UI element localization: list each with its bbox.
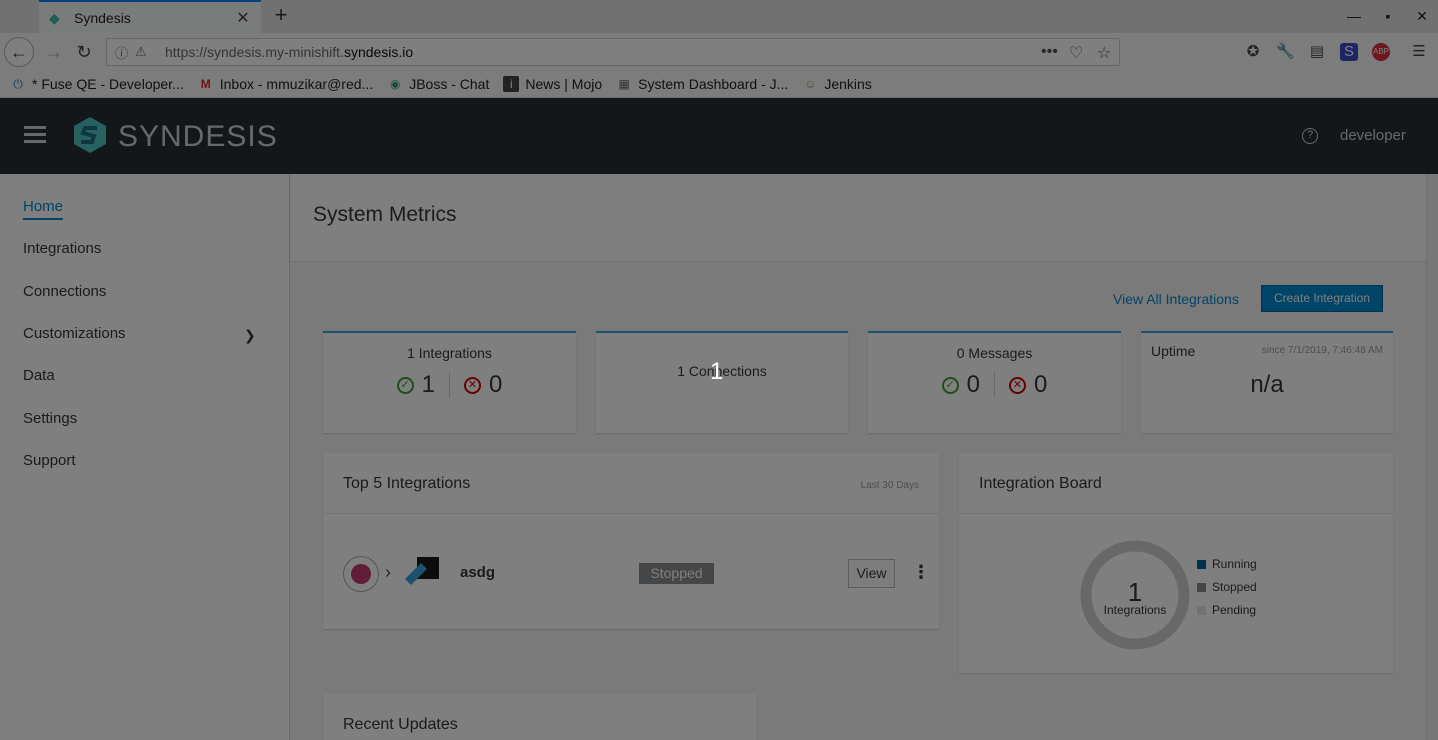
step-number-marker: 1 [710,358,724,385]
